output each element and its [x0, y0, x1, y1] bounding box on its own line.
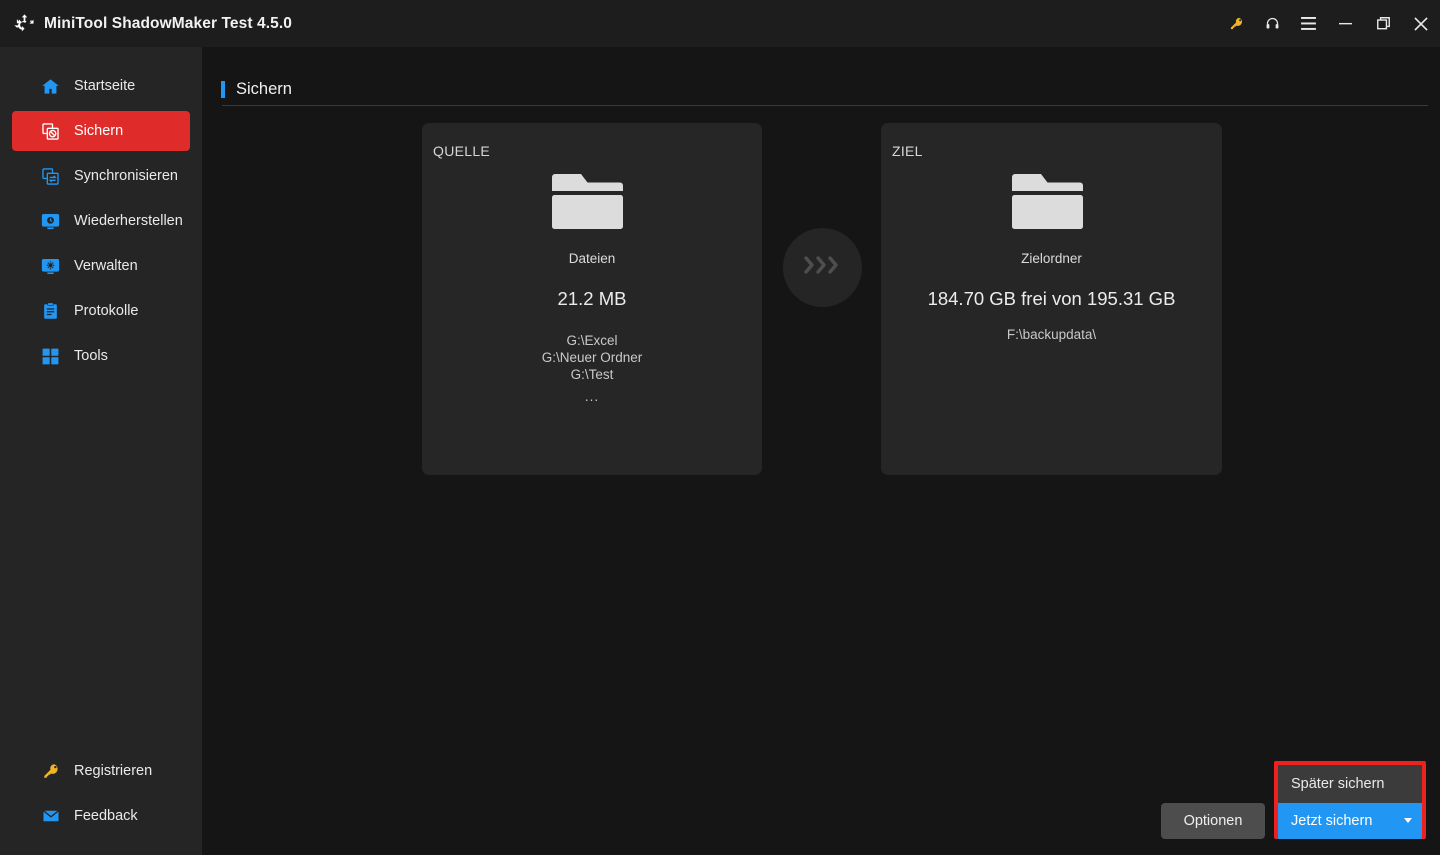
sidebar-item-label: Verwalten: [74, 258, 138, 274]
backup-actions-highlight: Später sichern Jetzt sichern: [1274, 761, 1426, 839]
sidebar-item-label: Feedback: [74, 808, 138, 824]
page-title: Sichern: [236, 80, 292, 98]
destination-card[interactable]: ZIEL Zielordner 184.70 GB frei von 195.3…: [881, 123, 1222, 475]
folder-icon: [552, 171, 632, 233]
close-icon[interactable]: [1402, 0, 1440, 47]
support-headset-icon[interactable]: [1254, 0, 1290, 47]
backup-cards: QUELLE Dateien 21.2 MB G:\Excel G:\Neuer…: [202, 123, 1440, 475]
source-card-kicker: QUELLE: [433, 143, 491, 159]
sidebar-item-label: Sichern: [74, 123, 124, 139]
page-header: Sichern: [221, 80, 292, 99]
source-card-size: 21.2 MB: [557, 288, 627, 309]
sidebar-item-label: Tools: [74, 348, 108, 364]
sidebar-item-label: Startseite: [74, 78, 136, 94]
source-path: G:\Neuer Ordner: [541, 350, 643, 365]
sidebar-item-sichern[interactable]: Sichern: [12, 111, 190, 151]
folder-icon: [1011, 171, 1092, 233]
destination-card-size: 184.70 GB frei von 195.31 GB: [927, 288, 1176, 309]
sidebar-item-label: Registrieren: [74, 763, 153, 779]
destination-card-paths: F:\backupdata\: [1007, 326, 1096, 343]
options-button[interactable]: Optionen: [1161, 803, 1265, 839]
sidebar-item-startseite[interactable]: Startseite: [12, 66, 190, 106]
page-accent-bar: [221, 81, 225, 98]
sidebar: Startseite Sichern Synchronisieren Wiede…: [0, 47, 202, 855]
chevrons-right-icon: [802, 254, 844, 281]
backup-later-menu-item[interactable]: Später sichern: [1278, 765, 1422, 803]
window-controls: [1218, 0, 1440, 47]
transfer-arrow: [783, 228, 862, 307]
restore-icon[interactable]: [1364, 0, 1402, 47]
destination-card-type: Zielordner: [1021, 251, 1082, 266]
source-path: G:\Test: [570, 367, 614, 382]
sidebar-item-feedback[interactable]: Feedback: [12, 797, 190, 835]
source-card-paths: G:\Excel G:\Neuer Ordner G:\Test ...: [542, 332, 643, 405]
destination-card-kicker: ZIEL: [892, 143, 923, 159]
logs-clipboard-icon: [41, 301, 60, 321]
menu-hamburger-icon[interactable]: [1290, 0, 1326, 47]
restore-monitor-icon: [41, 212, 60, 231]
tools-grid-icon: [41, 347, 60, 366]
minimize-icon[interactable]: [1326, 0, 1364, 47]
source-paths-more: ...: [584, 389, 600, 404]
backup-now-label: Jetzt sichern: [1291, 813, 1373, 829]
sidebar-item-verwalten[interactable]: Verwalten: [12, 246, 190, 286]
chevron-down-icon[interactable]: [1404, 818, 1412, 823]
destination-path: F:\backupdata\: [1006, 327, 1097, 342]
license-key-icon[interactable]: [1218, 0, 1254, 47]
backup-icon: [41, 122, 60, 141]
sidebar-item-label: Synchronisieren: [74, 168, 178, 184]
home-icon: [41, 77, 60, 96]
mail-icon: [41, 807, 60, 826]
sidebar-bottom-nav: Registrieren Feedback: [0, 752, 202, 842]
sidebar-item-tools[interactable]: Tools: [12, 336, 190, 376]
sidebar-item-label: Protokolle: [74, 303, 139, 319]
source-card[interactable]: QUELLE Dateien 21.2 MB G:\Excel G:\Neuer…: [422, 123, 762, 475]
source-path: G:\Excel: [566, 333, 618, 348]
key-icon: [41, 762, 60, 781]
destination-card-body: Zielordner 184.70 GB frei von 195.31 GB …: [881, 171, 1222, 343]
sidebar-item-synchronisieren[interactable]: Synchronisieren: [12, 156, 190, 196]
backup-now-button[interactable]: Jetzt sichern: [1278, 803, 1422, 839]
header-divider: [222, 105, 1428, 106]
sidebar-nav: Startseite Sichern Synchronisieren Wiede…: [0, 47, 202, 376]
source-card-type: Dateien: [568, 251, 616, 266]
sidebar-item-wiederherstellen[interactable]: Wiederherstellen: [12, 201, 190, 241]
title-bar: MiniTool ShadowMaker Test 4.5.0: [0, 0, 1440, 47]
sidebar-item-protokolle[interactable]: Protokolle: [12, 291, 190, 331]
main-content: Sichern QUELLE Dateien 21.2 MB G:\Excel …: [202, 47, 1440, 855]
sync-icon: [41, 167, 60, 186]
app-window: MiniTool ShadowMaker Test 4.5.0 Startsei…: [0, 0, 1440, 855]
manage-gear-icon: [41, 257, 60, 276]
source-card-body: Dateien 21.2 MB G:\Excel G:\Neuer Ordner…: [422, 171, 762, 405]
window-title: MiniTool ShadowMaker Test 4.5.0: [44, 14, 292, 32]
shadowmaker-logo-icon: [13, 13, 35, 35]
sidebar-item-label: Wiederherstellen: [74, 213, 183, 229]
sidebar-item-registrieren[interactable]: Registrieren: [12, 752, 190, 790]
